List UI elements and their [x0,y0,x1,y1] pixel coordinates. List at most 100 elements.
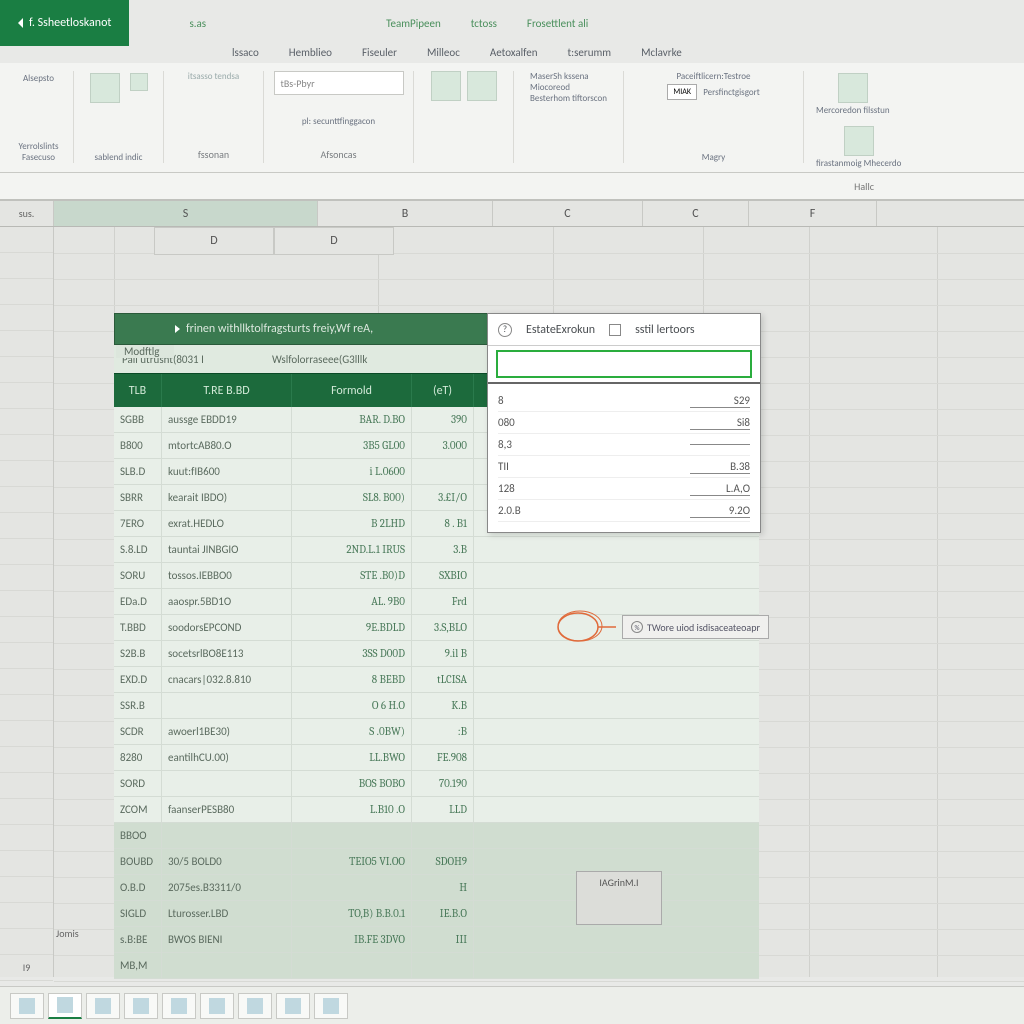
table-cell[interactable]: L.B10 .O [292,797,412,822]
table-cell[interactable]: tossos.IEBBO0 [162,563,292,588]
table-cell[interactable]: T.BBD [114,615,162,640]
sheet-tab[interactable] [200,993,234,1019]
table-row[interactable]: SSR.BO 6 H.OK.B [114,693,759,719]
table-cell[interactable]: AL. 9B0 [292,589,412,614]
ribbon-item-label[interactable]: Paceiftlicern:Testroe [667,71,760,82]
table-cell[interactable]: s.B:BE [114,927,162,952]
table-cell[interactable]: soodorsEPCOND [162,615,292,640]
table-cell[interactable]: 2075es.B3311/0 [162,875,292,900]
table-cell[interactable]: tauntai JINBGIO [162,537,292,562]
table-cell[interactable] [162,771,292,796]
table-cell[interactable]: 9E.BDLD [292,615,412,640]
ribbon-tab[interactable]: Mclavrke [641,46,682,59]
ribbon-button[interactable]: Alsepsto [21,71,56,86]
ribbon-button[interactable] [88,71,122,105]
ribbon-button[interactable]: MIAK [667,84,697,100]
table-cell[interactable]: BAR. D.BO [292,407,412,432]
table-row[interactable]: SCDRawoerl1BE30)S .0BW):B [114,719,759,745]
table-cell[interactable]: 30/5 BOLD0 [162,849,292,874]
table-cell[interactable]: LL.BWO [292,745,412,770]
table-cell[interactable]: SBRR [114,485,162,510]
table-cell[interactable]: mtortcAB80.O [162,433,292,458]
ribbon-tab[interactable]: TeamPipeen [386,17,441,30]
table-cell[interactable]: 9.il B [412,641,474,666]
table-cell[interactable]: awoerl1BE30) [162,719,292,744]
table-cell[interactable]: 8 . B1 [412,511,474,536]
row-header[interactable] [0,695,53,721]
table-cell[interactable]: SXBIO [412,563,474,588]
table-cell[interactable] [412,459,474,484]
table-cell[interactable]: socetsrlBO8E113 [162,641,292,666]
row-header[interactable] [0,487,53,513]
row-header[interactable] [0,721,53,747]
row-header[interactable] [0,331,53,357]
checkbox-icon[interactable] [609,324,621,336]
sub-column-header[interactable]: D [274,227,394,255]
table-cell[interactable]: TEIO5 VI.OO [292,849,412,874]
row-header[interactable] [0,903,53,929]
row-header[interactable] [0,825,53,851]
table-cell[interactable]: O 6 H.O [292,693,412,718]
table-cell[interactable] [162,693,292,718]
lookup-row[interactable]: 080Si8 [498,412,750,434]
table-cell[interactable]: TO,B) B.B.0.1 [292,901,412,926]
row-header[interactable] [0,357,53,383]
table-cell[interactable]: SCDR [114,719,162,744]
table-cell[interactable]: i L.0600 [292,459,412,484]
ribbon-tab[interactable]: Fiseuler [362,46,397,59]
table-cell[interactable]: :B [412,719,474,744]
table-cell[interactable]: kearait IBDO) [162,485,292,510]
table-cell[interactable]: 8280 [114,745,162,770]
table-row[interactable]: s.B:BEBWOS BIENIIB.FE 3DVOIII [114,927,759,953]
row-header[interactable] [0,435,53,461]
table-cell[interactable]: SORU [114,563,162,588]
cells-area[interactable]: D D frinen withllktolfragsturts freiy,Wf… [54,227,1024,977]
row-header[interactable] [0,539,53,565]
ribbon-item-label[interactable]: Besterhom tiftorscon [530,93,607,104]
table-cell[interactable]: LLD [412,797,474,822]
table-cell[interactable]: Lturosser.LBD [162,901,292,926]
table-col[interactable]: Formold [292,374,412,407]
table-cell[interactable]: S .0BW) [292,719,412,744]
search-input[interactable]: tBs-Pbyr [274,71,404,95]
table-cell[interactable]: O.B.D [114,875,162,900]
help-icon[interactable]: ? [498,323,512,337]
sheet-tab[interactable] [162,993,196,1019]
table-row[interactable]: ZCOMfaanserPESB80L.B10 .OLLD [114,797,759,823]
ribbon-tab[interactable]: Milleoc [427,46,460,59]
table-cell[interactable] [412,823,474,848]
table-row[interactable]: O.B.D2075es.B3311/0 H [114,875,759,901]
table-cell[interactable]: S2B.B [114,641,162,666]
table-cell[interactable]: faanserPESB80 [162,797,292,822]
ribbon-button[interactable]: firastanmoig Mhecerdo [814,124,903,171]
lookup-row[interactable]: 8,3 [498,434,750,456]
row-header[interactable] [0,617,53,643]
table-cell[interactable]: 3B5 GL00 [292,433,412,458]
ribbon-item-label[interactable]: Miocoreod [530,82,570,93]
table-cell[interactable]: cnacars|032.8.810 [162,667,292,692]
row-header[interactable] [0,253,53,279]
table-cell[interactable] [162,953,292,978]
table-cell[interactable]: H [412,875,474,900]
row-header[interactable] [0,747,53,773]
row-header[interactable] [0,513,53,539]
table-cell[interactable]: ZCOM [114,797,162,822]
row-header[interactable] [0,799,53,825]
sub-column-header[interactable]: D [154,227,274,255]
ribbon-button[interactable]: Mercoredon filsstun [814,71,892,118]
table-cell[interactable]: IE.B.O [412,901,474,926]
row-header[interactable] [0,305,53,331]
table-cell[interactable]: 3.000 [412,433,474,458]
ribbon-tab[interactable]: Hemblieo [289,46,332,59]
sheet-tab[interactable] [48,993,82,1019]
table-row[interactable]: S.8.LDtauntai JINBGIO2ND.L.1 IRUS3.B [114,537,759,563]
table-cell[interactable]: exrat.HEDLO [162,511,292,536]
row-header[interactable]: I9 [0,955,53,981]
table-cell[interactable]: 70.190 [412,771,474,796]
table-cell[interactable]: BBOO [114,823,162,848]
table-col[interactable]: (eT) [412,374,474,407]
ribbon-tab[interactable]: lssaco [232,46,259,59]
ribbon-icon[interactable] [431,71,461,101]
lookup-input[interactable] [496,350,752,378]
table-cell[interactable]: aussge EBDD19 [162,407,292,432]
